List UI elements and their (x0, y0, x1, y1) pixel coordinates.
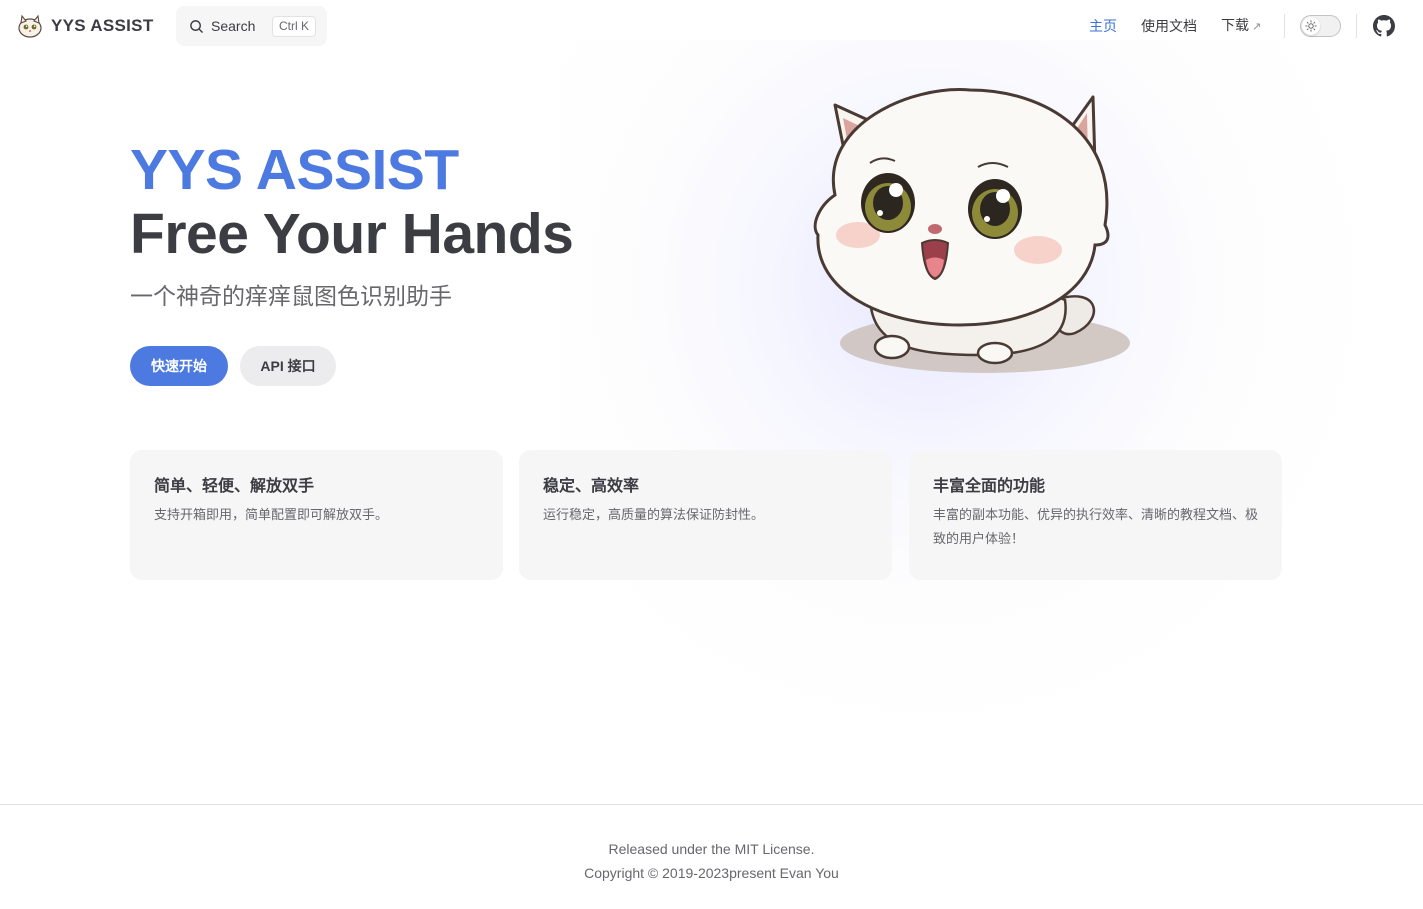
search-icon (190, 19, 203, 33)
feature-title: 丰富全面的功能 (933, 478, 1046, 495)
hero-name: YYS ASSIST (130, 138, 459, 202)
nav-link-docs[interactable]: 使用文档 (1141, 16, 1197, 36)
feature-card: 丰富全面的功能 丰富的副本功能、优异的执行效率、清晰的教程文档、极致的用户体验！ (909, 450, 1282, 580)
external-link-icon: ↗ (1252, 21, 1262, 33)
footer-copyright: Copyright © 2019-2023present Evan You (584, 865, 839, 881)
feature-details: 支持开箱即用，简单配置即可解放双手。 (154, 507, 389, 522)
hero-text: Free Your Hands (130, 202, 574, 266)
feature-card: 稳定、高效率 运行稳定，高质量的算法保证防封性。 (519, 450, 892, 580)
api-button[interactable]: API 接口 (240, 346, 336, 386)
footer-message: Released under the MIT License. (608, 841, 815, 857)
brand-title: YYS ASSIST (51, 16, 154, 35)
top-navbar: YYS ASSIST Search Ctrl K 主页 使用文档 下载 ↗ (0, 0, 1423, 52)
site-footer: Released under the MIT License. Copyrigh… (0, 804, 1423, 909)
feature-card: 简单、轻便、解放双手 支持开箱即用，简单配置即可解放双手。 (130, 450, 503, 580)
sun-icon (1305, 20, 1317, 32)
nav-link-download[interactable]: 下载 ↗ (1221, 15, 1261, 37)
feature-title: 简单、轻便、解放双手 (154, 478, 315, 495)
nav-divider (1356, 14, 1357, 38)
feature-details: 运行稳定，高质量的算法保证防封性。 (543, 507, 765, 522)
github-icon[interactable] (1373, 15, 1395, 37)
nav-menu: 主页 使用文档 下载 ↗ (1089, 15, 1285, 37)
cat-logo-icon (18, 14, 42, 38)
feature-details: 丰富的副本功能、优异的执行效率、清晰的教程文档、极致的用户体验！ (933, 507, 1259, 546)
hero-tagline: 一个神奇的痒痒鼠图色识别助手 (130, 283, 452, 309)
nav-link-download-label: 下载 (1221, 17, 1249, 33)
cat-mascot-image (813, 88, 1130, 373)
search-shortcut-kbd: Ctrl K (272, 16, 316, 37)
get-started-button[interactable]: 快速开始 (130, 346, 228, 386)
appearance-toggle[interactable] (1300, 15, 1341, 37)
search-label: Search (211, 18, 256, 34)
nav-link-home[interactable]: 主页 (1089, 16, 1117, 36)
nav-divider (1284, 14, 1285, 38)
search-button[interactable]: Search Ctrl K (176, 6, 327, 46)
brand-home-link[interactable]: YYS ASSIST (17, 13, 154, 39)
feature-title: 稳定、高效率 (543, 478, 640, 495)
toggle-knob (1302, 17, 1320, 35)
